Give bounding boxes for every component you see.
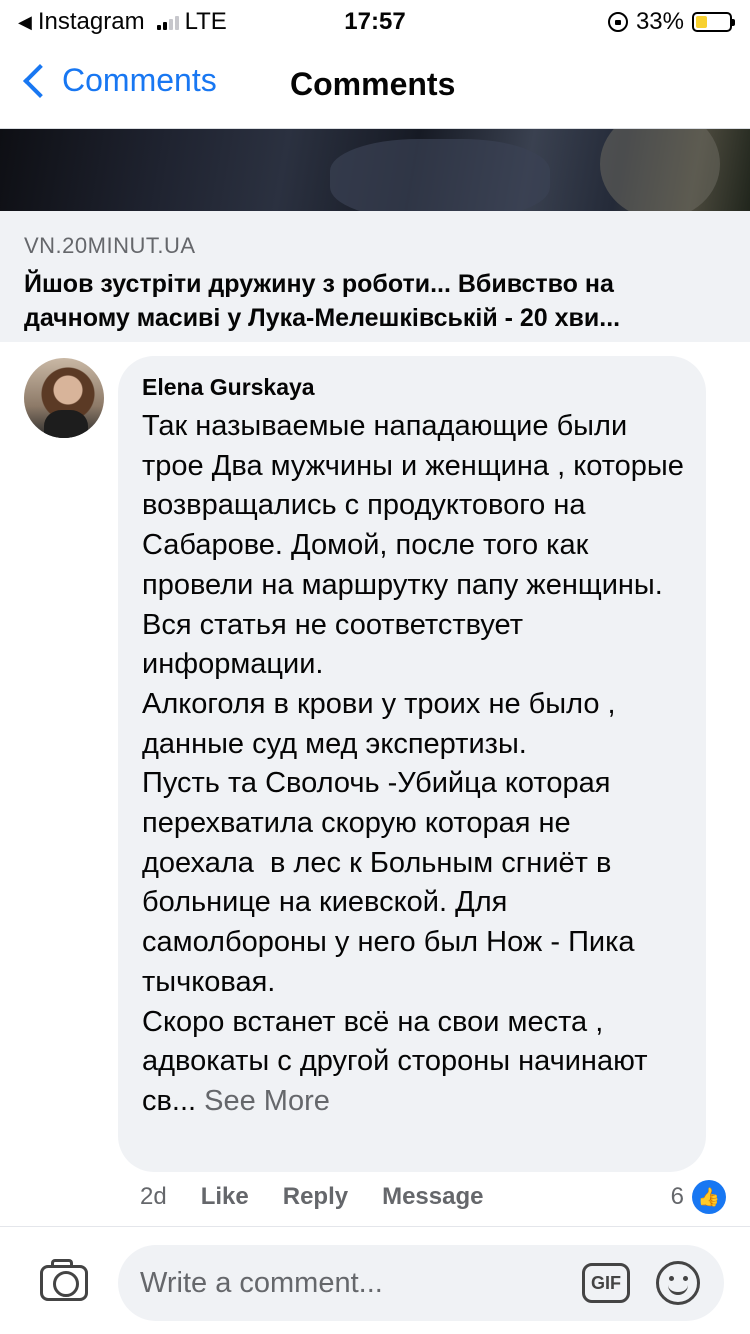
comment-input[interactable] [140,1245,570,1321]
chevron-left-icon [23,63,57,98]
comment-time: 2d [140,1183,167,1210]
battery-fill [696,16,707,28]
back-button-label: Comments [62,62,217,98]
battery-percent: 33% [635,8,684,35]
comment-actions: 2d Like Reply Message [140,1183,483,1211]
page-title: Comments [290,66,456,102]
back-button[interactable]: Comments [18,62,217,99]
link-title: Йшов зустріти дружину з роботи... Вбивст… [24,270,621,332]
message-button[interactable]: Message [382,1183,483,1211]
reaction-summary[interactable]: 6 👍 [671,1180,726,1214]
status-bar: ◀ Instagram LTE 17:57 33% [0,0,750,42]
status-right: 33% [607,8,735,36]
comment-bubble: Elena Gurskaya Так называемые нападающие… [118,356,706,1172]
reaction-count: 6 [670,1183,684,1210]
comment-text: Так называемые нападающие были трое Два … [142,407,684,1122]
comment-body: Так называемые нападающие были трое Два … [142,410,684,1117]
link-preview-meta: VN.20MINUT.UA Йшов зустріти дружину з ро… [0,211,750,342]
avatar[interactable] [24,358,104,438]
link-preview-card[interactable]: VN.20MINUT.UA Йшов зустріти дружину з ро… [0,128,750,342]
link-preview-image [0,129,750,211]
emoji-icon[interactable] [656,1261,700,1305]
battery-icon [692,12,735,32]
reply-button[interactable]: Reply [283,1183,348,1211]
comment-author[interactable]: Elena Gurskaya [142,374,684,401]
camera-icon[interactable] [40,1259,88,1301]
nav-bar: Comments Comments [0,50,750,120]
comment-composer: GIF [0,1226,750,1334]
like-button[interactable]: Like [201,1183,249,1211]
orientation-lock-icon [607,12,628,32]
comment-input-box[interactable]: GIF [118,1245,724,1321]
like-icon: 👍 [692,1180,726,1214]
link-domain: VN.20MINUT.UA [24,233,196,258]
gif-icon[interactable]: GIF [582,1263,630,1303]
see-more-link[interactable]: See More [204,1085,330,1117]
